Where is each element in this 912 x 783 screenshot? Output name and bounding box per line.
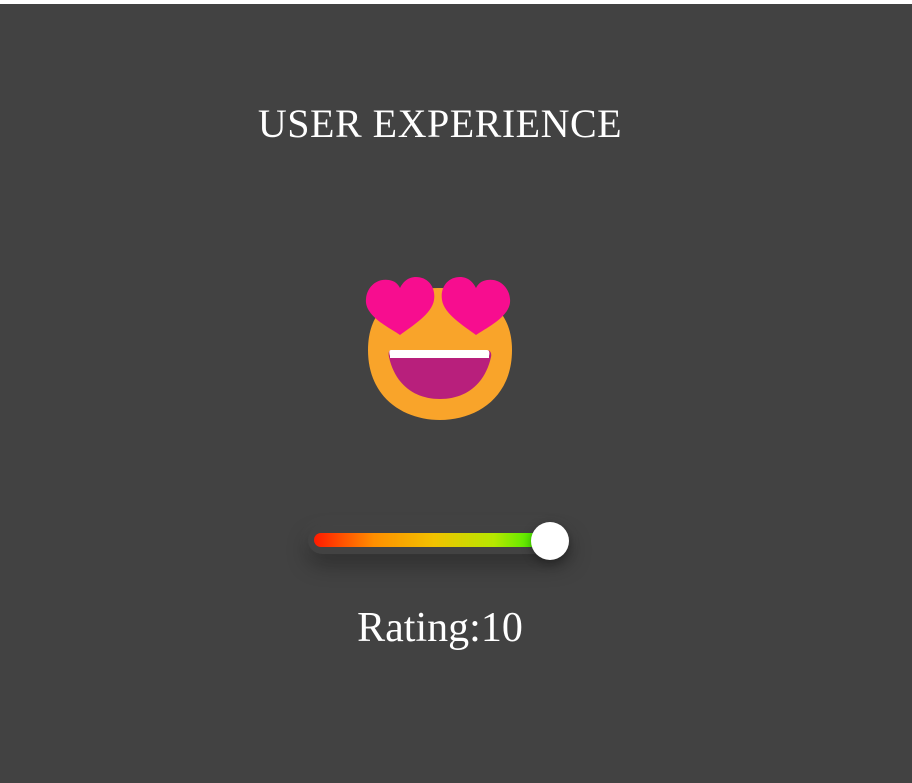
rating-slider[interactable] [300,508,580,568]
slider-fill [314,533,554,547]
emoji-teeth [389,350,490,358]
page-title: USER EXPERIENCE [257,101,623,146]
page-background: USER EXPERIENCE Rating:10 [0,4,912,783]
slider-track[interactable] [314,533,554,547]
emoji-svg [365,277,512,420]
smiling-face-with-heart-eyes-icon [360,268,520,428]
rating-label: Rating: [357,605,481,651]
slider-thumb[interactable] [531,522,569,560]
rating-value: 10 [480,605,523,651]
rating-display: Rating:10 [0,604,880,652]
